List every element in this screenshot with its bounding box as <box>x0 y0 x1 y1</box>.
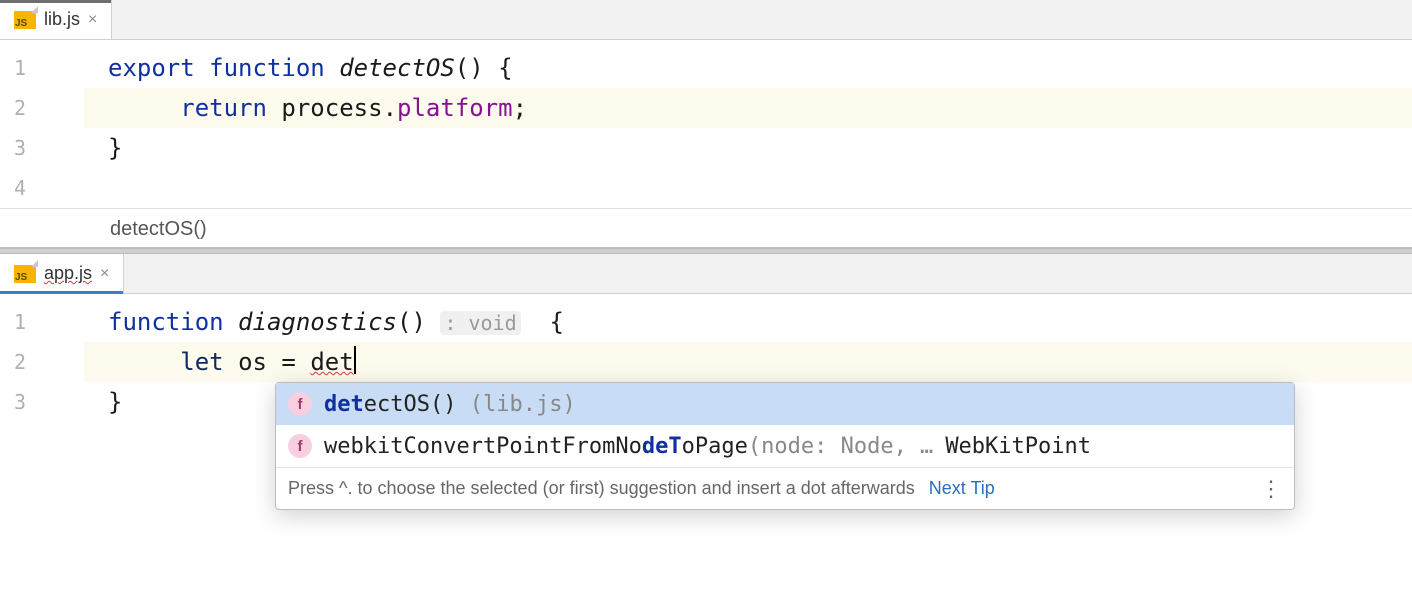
completion-text: webkitConvertPointFromNodeToPage(node: N… <box>324 434 933 459</box>
line-number: 4 <box>0 168 84 208</box>
function-icon: f <box>288 392 312 416</box>
line-number: 1 <box>0 302 84 342</box>
completion-item[interactable]: f webkitConvertPointFromNodeToPage(node:… <box>276 425 1294 467</box>
code-area-top[interactable]: export function detectOS() { return proc… <box>84 40 1412 208</box>
editor-pane-top: lib.js × 1 2 3 4 export function detectO… <box>0 0 1412 248</box>
code-line[interactable]: let os = det <box>84 342 1412 382</box>
completion-popup: f detectOS() (lib.js) f webkitConvertPoi… <box>275 382 1295 510</box>
js-file-icon <box>14 265 36 283</box>
inlay-hint: : void <box>440 311 520 335</box>
completion-hint: Press ^. to choose the selected (or firs… <box>288 478 915 499</box>
close-icon[interactable]: × <box>88 11 97 29</box>
line-number: 2 <box>0 342 84 382</box>
completion-item[interactable]: f detectOS() (lib.js) <box>276 383 1294 425</box>
code-line[interactable]: function diagnostics() : void { <box>84 302 1412 342</box>
completion-footer: Press ^. to choose the selected (or firs… <box>276 467 1294 509</box>
tab-filename: app.js <box>44 263 92 284</box>
line-number: 2 <box>0 88 84 128</box>
line-number: 3 <box>0 128 84 168</box>
tab-bar-top: lib.js × <box>0 0 1412 40</box>
tab-filename: lib.js <box>44 9 80 30</box>
file-tab-app[interactable]: app.js × <box>0 254 124 293</box>
completion-type: WebKitPoint <box>945 434 1091 459</box>
code-editor-top[interactable]: 1 2 3 4 export function detectOS() { ret… <box>0 40 1412 208</box>
gutter-bottom: 1 2 3 <box>0 294 84 422</box>
file-tab-lib[interactable]: lib.js × <box>0 0 112 39</box>
function-icon: f <box>288 434 312 458</box>
tab-bar-bottom: app.js × <box>0 254 1412 294</box>
code-line[interactable]: } <box>84 128 1412 168</box>
next-tip-link[interactable]: Next Tip <box>929 478 995 499</box>
code-line[interactable]: return process.platform; <box>84 88 1412 128</box>
text-cursor <box>354 346 356 374</box>
line-number: 3 <box>0 382 84 422</box>
breadcrumb[interactable]: detectOS() <box>0 208 1412 248</box>
kebab-icon[interactable]: ⋮ <box>1260 478 1282 500</box>
js-file-icon <box>14 11 36 29</box>
completion-text: detectOS() (lib.js) <box>324 392 576 417</box>
line-number: 1 <box>0 48 84 88</box>
code-line[interactable] <box>84 168 1412 208</box>
code-line[interactable]: export function detectOS() { <box>84 48 1412 88</box>
close-icon[interactable]: × <box>100 265 109 283</box>
gutter-top: 1 2 3 4 <box>0 40 84 208</box>
